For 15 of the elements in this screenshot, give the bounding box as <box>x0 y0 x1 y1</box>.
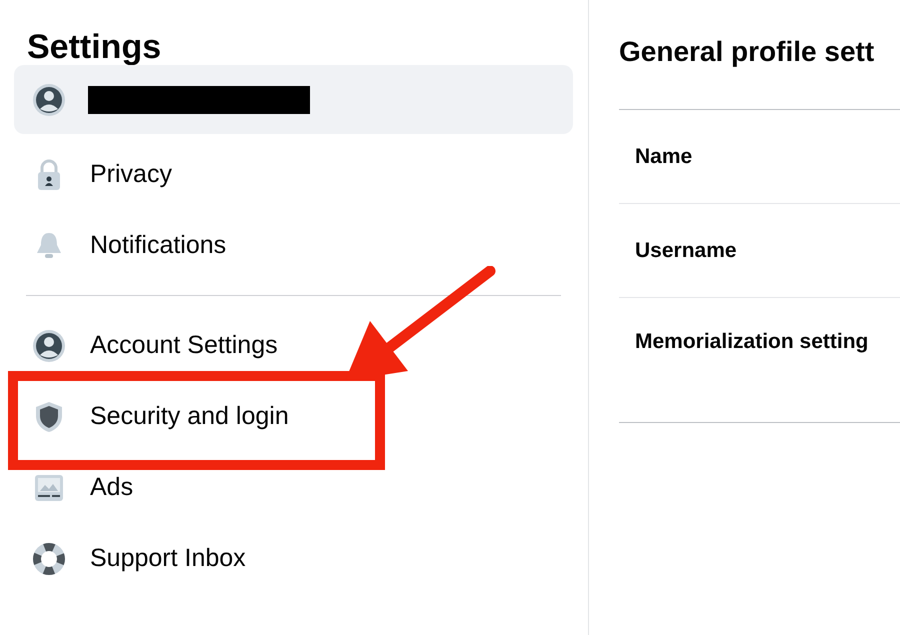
setting-label[interactable]: Name <box>635 144 692 168</box>
person-icon <box>32 82 66 116</box>
lifebuoy-icon <box>32 542 66 576</box>
setting-label[interactable]: Memorialization setting <box>635 330 868 354</box>
sidebar-item[interactable]: Account Settings <box>14 310 573 381</box>
sidebar-item[interactable]: Support Inbox <box>14 523 573 594</box>
sidebar-item[interactable]: Security and login <box>14 381 573 452</box>
setting-label[interactable]: Username <box>635 238 737 262</box>
sidebar-item[interactable]: Privacy <box>14 139 573 210</box>
person-icon <box>32 328 66 362</box>
settings-title: Settings <box>26 27 162 65</box>
sidebar-item[interactable]: Ads <box>14 452 573 523</box>
sidebar-item[interactable] <box>14 65 573 134</box>
panel-title: General profile sett <box>619 0 900 110</box>
sidebar-item[interactable]: Notifications <box>14 210 573 281</box>
